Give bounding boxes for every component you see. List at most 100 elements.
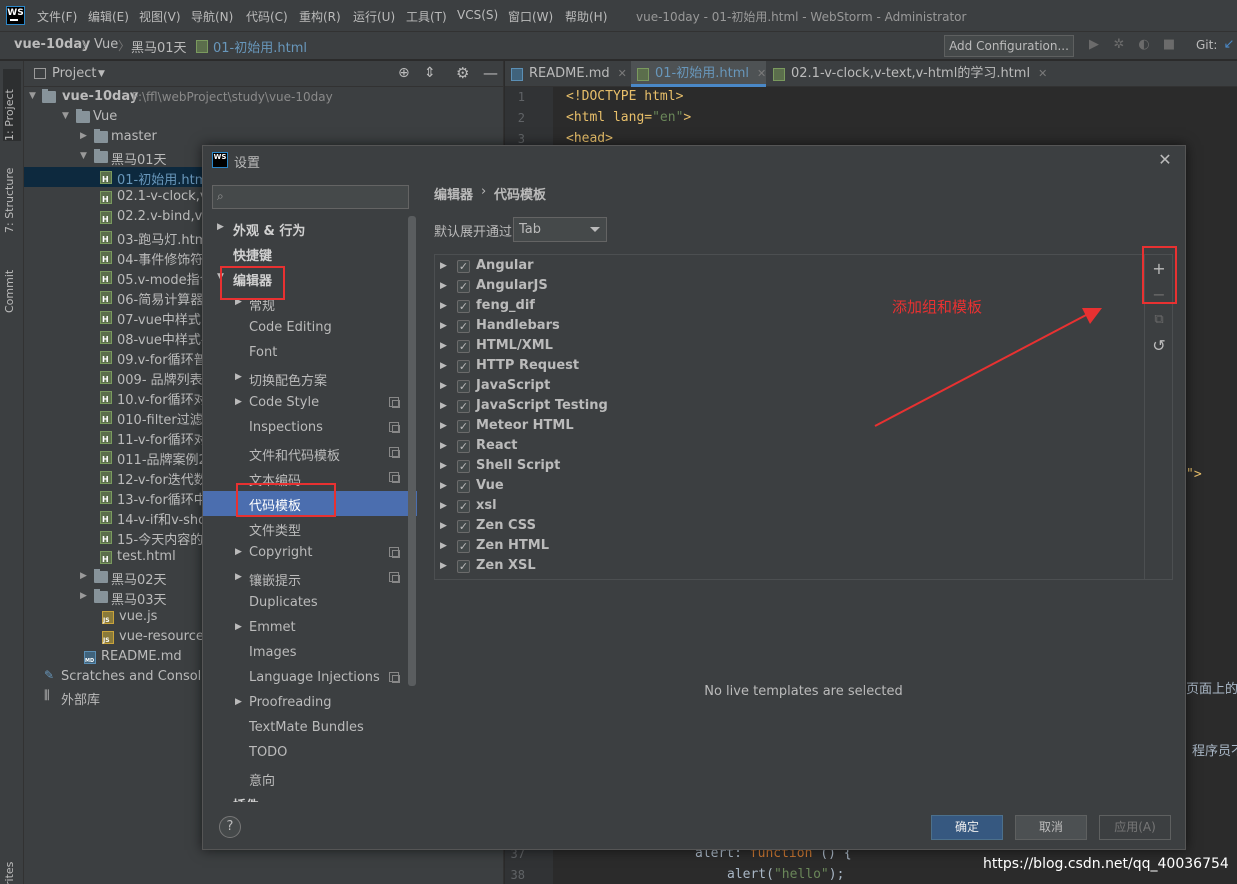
code-line-2[interactable]: <html lang="en">: [566, 110, 691, 125]
chevron-right-icon[interactable]: ▶: [440, 341, 447, 351]
minimize-icon[interactable]: —: [483, 64, 498, 82]
settings-tree-item[interactable]: TODO: [203, 741, 417, 766]
chevron-right-icon[interactable]: ▶: [235, 397, 242, 407]
menu-item[interactable]: 工具(T): [406, 8, 447, 25]
template-group-row[interactable]: ▶ ✓ AngularJS: [435, 276, 1144, 296]
apply-button[interactable]: 应用(A): [1099, 815, 1171, 840]
menu-item[interactable]: VCS(S): [457, 8, 498, 22]
chevron-right-icon[interactable]: ▶: [440, 461, 447, 471]
run-icon[interactable]: ▶: [1087, 38, 1101, 52]
template-group-checkbox[interactable]: ✓: [457, 520, 470, 533]
tool-tab-project[interactable]: 1: Project: [3, 69, 21, 141]
close-icon[interactable]: ✕: [1155, 150, 1175, 170]
menu-item[interactable]: 窗口(W): [508, 8, 553, 25]
template-group-row[interactable]: ▶ ✓ xsl: [435, 496, 1144, 516]
chevron-right-icon[interactable]: ▶: [440, 441, 447, 451]
chevron-right-icon[interactable]: ▶: [235, 372, 242, 382]
settings-tree-item[interactable]: ▶ 镶嵌提示: [203, 566, 417, 591]
ok-button[interactable]: 确定: [931, 815, 1003, 840]
locate-icon[interactable]: ⊕: [398, 65, 410, 81]
chevron-right-icon[interactable]: ▶: [440, 561, 447, 571]
menu-item[interactable]: 帮助(H): [565, 8, 607, 25]
code-line-1[interactable]: <!DOCTYPE html>: [566, 89, 683, 104]
template-group-row[interactable]: ▶ ✓ Zen XSL: [435, 556, 1144, 576]
settings-tree-item[interactable]: ▶ Emmet: [203, 616, 417, 641]
template-group-row[interactable]: ▶ ✓ Angular: [435, 256, 1144, 276]
template-group-checkbox[interactable]: ✓: [457, 460, 470, 473]
settings-tree-item[interactable]: ▶ Proofreading: [203, 691, 417, 716]
editor-tab-active[interactable]: 01-初始用.html ✕: [631, 61, 766, 87]
tree-item[interactable]: ▼ Vue: [24, 107, 504, 127]
menu-item[interactable]: 视图(V): [139, 8, 181, 25]
settings-tree-item[interactable]: TextMate Bundles: [203, 716, 417, 741]
settings-tree-item[interactable]: Language Injections: [203, 666, 417, 691]
settings-tree-item[interactable]: Font: [203, 341, 417, 366]
template-group-checkbox[interactable]: ✓: [457, 560, 470, 573]
settings-tree-item[interactable]: ▶ Copyright: [203, 541, 417, 566]
template-group-checkbox[interactable]: ✓: [457, 360, 470, 373]
chevron-down-icon[interactable]: ▼: [62, 111, 69, 121]
breadcrumb-folder-day1[interactable]: 黑马01天: [131, 37, 187, 56]
menu-item[interactable]: 重构(R): [299, 8, 341, 25]
settings-tree-item[interactable]: Duplicates: [203, 591, 417, 616]
chevron-down-icon[interactable]: ▼: [80, 151, 87, 161]
chevron-right-icon[interactable]: ▶: [80, 591, 87, 601]
code-line-3[interactable]: <head>: [566, 131, 613, 146]
chevron-down-icon[interactable]: ▼: [98, 69, 105, 79]
chevron-right-icon[interactable]: ▶: [440, 361, 447, 371]
chevron-right-icon[interactable]: ▶: [440, 321, 447, 331]
template-group-checkbox[interactable]: ✓: [457, 380, 470, 393]
code-line-38[interactable]: alert("hello");: [727, 867, 844, 882]
template-group-checkbox[interactable]: ✓: [457, 340, 470, 353]
settings-tree-item[interactable]: ▶ Code Style: [203, 391, 417, 416]
breadcrumb-file[interactable]: 01-初始用.html: [213, 37, 307, 56]
chevron-right-icon[interactable]: ▶: [440, 481, 447, 491]
template-group-row[interactable]: ▶ ✓ Shell Script: [435, 456, 1144, 476]
stop-icon[interactable]: ■: [1162, 38, 1176, 52]
tool-tab-structure[interactable]: 7: Structure: [3, 153, 21, 233]
breadcrumb-project[interactable]: vue-10day: [14, 37, 90, 52]
chevron-right-icon[interactable]: ▶: [440, 421, 447, 431]
settings-tree-item[interactable]: Code Editing: [203, 316, 417, 341]
git-update-icon[interactable]: ↙: [1222, 38, 1236, 52]
settings-tree-item[interactable]: Images: [203, 641, 417, 666]
chevron-right-icon[interactable]: ▶: [235, 622, 242, 632]
settings-tree-item[interactable]: ▶ 外观 & 行为: [203, 216, 417, 241]
template-group-checkbox[interactable]: ✓: [457, 320, 470, 333]
collapse-all-icon[interactable]: ⇕: [424, 65, 436, 81]
chevron-right-icon[interactable]: ▶: [235, 547, 242, 557]
template-group-checkbox[interactable]: ✓: [457, 400, 470, 413]
chevron-right-icon[interactable]: ▶: [440, 521, 447, 531]
template-group-checkbox[interactable]: ✓: [457, 280, 470, 293]
chevron-right-icon[interactable]: ▶: [440, 541, 447, 551]
menu-item[interactable]: 文件(F): [37, 8, 77, 25]
breadcrumb-folder-vue[interactable]: Vue: [94, 37, 118, 52]
template-group-checkbox[interactable]: ✓: [457, 500, 470, 513]
chevron-right-icon[interactable]: ▶: [440, 301, 447, 311]
editor-tab-vclock[interactable]: 02.1-v-clock,v-text,v-html的学习.html ✕: [767, 61, 1047, 87]
template-group-checkbox[interactable]: ✓: [457, 440, 470, 453]
close-icon[interactable]: ✕: [757, 67, 766, 80]
template-group-row[interactable]: ▶ ✓ Vue: [435, 476, 1144, 496]
project-view-title[interactable]: Project: [52, 66, 96, 81]
settings-tree-item[interactable]: ▶ 切换配色方案: [203, 366, 417, 391]
tool-tab-commit[interactable]: Commit: [3, 253, 21, 313]
template-group-checkbox[interactable]: ✓: [457, 420, 470, 433]
settings-tree-item[interactable]: 文件和代码模板: [203, 441, 417, 466]
editor-tab-readme[interactable]: README.md ✕: [505, 61, 629, 87]
settings-tree-scrollbar[interactable]: [408, 216, 416, 686]
chevron-right-icon[interactable]: ▶: [440, 501, 447, 511]
chevron-right-icon[interactable]: ▶: [440, 261, 447, 271]
chevron-right-icon[interactable]: ▶: [440, 401, 447, 411]
settings-tree-item[interactable]: 快捷键: [203, 241, 417, 266]
gear-icon[interactable]: ⚙: [456, 64, 469, 82]
cancel-button[interactable]: 取消: [1015, 815, 1087, 840]
menu-item[interactable]: 运行(U): [353, 8, 395, 25]
expand-with-select[interactable]: Tab: [513, 217, 607, 242]
template-group-row[interactable]: ▶ ✓ Zen CSS: [435, 516, 1144, 536]
close-icon[interactable]: ✕: [1038, 67, 1047, 80]
template-group-row[interactable]: ▶ ✓ Zen HTML: [435, 536, 1144, 556]
tree-item[interactable]: ▶ master: [24, 127, 504, 147]
tool-tab-favorites[interactable]: rites: [3, 856, 21, 884]
chevron-right-icon[interactable]: ▶: [80, 571, 87, 581]
